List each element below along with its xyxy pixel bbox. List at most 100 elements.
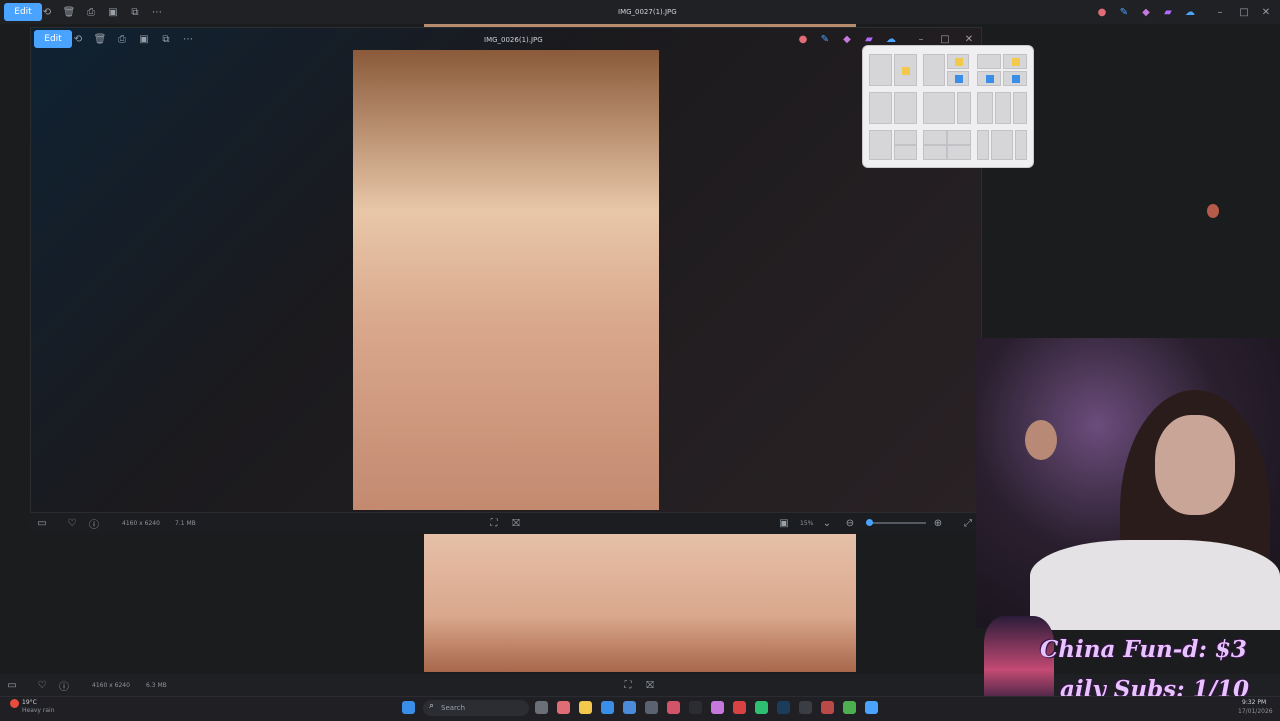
folder-icon: [1012, 58, 1020, 66]
snap-zone[interactable]: [923, 130, 947, 145]
app-icon[interactable]: ◆: [841, 30, 853, 48]
snap-zone[interactable]: [977, 92, 993, 124]
snap-zone[interactable]: [869, 54, 892, 86]
chevron-down-icon[interactable]: ⌄: [822, 514, 832, 532]
snap-zone[interactable]: [1003, 71, 1027, 86]
app-icon[interactable]: [821, 701, 834, 714]
share-icon[interactable]: ⧉: [128, 3, 142, 21]
app-icon[interactable]: ✎: [819, 30, 831, 48]
print-icon[interactable]: ⎙: [115, 30, 129, 48]
edit-image-icon[interactable]: ▣: [137, 30, 151, 48]
app-icon[interactable]: ●: [1096, 3, 1108, 21]
file-explorer-icon[interactable]: [579, 701, 592, 714]
outer-titlebar: Edit ⟲ 🗑 ⎙ ▣ ⧉ ⋯ IMG_0027(1).JPG ● ✎ ◆ ▰…: [0, 0, 1280, 24]
weather-temp: 19°C: [22, 699, 37, 706]
close-icon[interactable]: ✕: [1260, 3, 1272, 21]
search-icon: ⌕: [429, 701, 435, 711]
zoom-slider[interactable]: [866, 519, 926, 526]
inner-edit-button[interactable]: Edit: [34, 30, 72, 48]
minimize-icon[interactable]: –: [1214, 3, 1226, 21]
weather-icon[interactable]: [10, 699, 19, 708]
app-icon[interactable]: [843, 701, 856, 714]
snap-zone[interactable]: [1003, 54, 1027, 69]
favorite-icon[interactable]: ♡: [66, 514, 78, 532]
snap-zone[interactable]: [947, 71, 969, 86]
edit-image-icon[interactable]: ▣: [106, 3, 120, 21]
start-icon[interactable]: [402, 701, 415, 714]
fit-icon[interactable]: ⛶: [488, 514, 500, 532]
app-icon[interactable]: [645, 701, 658, 714]
snap-zone[interactable]: [923, 92, 955, 124]
clock-date[interactable]: 17/01/2026: [1238, 708, 1273, 715]
delete-icon[interactable]: 🗑: [93, 30, 107, 48]
snap-zone[interactable]: [894, 145, 917, 160]
snap-zone[interactable]: [894, 92, 917, 124]
image-dimensions: 4160 x 6240: [122, 520, 160, 527]
desktop-avatar-icon: [1207, 204, 1219, 218]
snap-zone[interactable]: [977, 71, 1001, 86]
share-icon[interactable]: ⧉: [159, 30, 173, 48]
zoom-level[interactable]: 15%: [800, 520, 813, 527]
opera-icon[interactable]: [667, 701, 680, 714]
app-icon[interactable]: [733, 701, 746, 714]
snap-zone[interactable]: [995, 92, 1011, 124]
app-icon[interactable]: [711, 701, 724, 714]
zoom-out-icon[interactable]: ⊖: [844, 514, 856, 532]
taskview-icon[interactable]: [535, 701, 548, 714]
outer-photo-bottom: [424, 534, 856, 672]
snap-zone[interactable]: [947, 130, 971, 145]
snap-zone[interactable]: [1015, 130, 1027, 160]
obs-icon[interactable]: [799, 701, 812, 714]
filmstrip-icon[interactable]: ▭: [6, 676, 18, 694]
snap-zone[interactable]: [977, 130, 989, 160]
filmstrip-icon[interactable]: ▭: [36, 514, 48, 532]
snap-zone[interactable]: [957, 92, 971, 124]
app-icon[interactable]: [689, 701, 702, 714]
chrome-icon[interactable]: [557, 701, 570, 714]
slideshow-icon[interactable]: ⛝: [510, 514, 522, 532]
spotify-icon[interactable]: [755, 701, 768, 714]
fullscreen-icon[interactable]: ⤢: [962, 514, 974, 532]
maximize-icon[interactable]: □: [1238, 3, 1250, 21]
search-box[interactable]: ⌕ Search: [423, 700, 529, 716]
snap-zone[interactable]: [923, 54, 945, 86]
steam-icon[interactable]: [777, 701, 790, 714]
app-icon[interactable]: ▰: [1162, 3, 1174, 21]
outer-edit-button[interactable]: Edit: [4, 3, 42, 21]
photos-icon[interactable]: [865, 701, 878, 714]
snap-zone[interactable]: [947, 145, 971, 160]
app-icon[interactable]: ●: [797, 30, 809, 48]
zoom-in-icon[interactable]: ⊕: [932, 514, 944, 532]
more-icon[interactable]: ⋯: [150, 3, 164, 21]
info-icon[interactable]: ⓘ: [88, 514, 100, 532]
weather-desc: Heavy rain: [22, 707, 55, 714]
fit-icon[interactable]: ⛶: [622, 676, 634, 694]
snap-zone[interactable]: [1013, 92, 1027, 124]
delete-icon[interactable]: 🗑: [62, 3, 76, 21]
snap-zone[interactable]: [869, 92, 892, 124]
clock-time[interactable]: 9:32 PM: [1242, 699, 1266, 706]
rotate-icon[interactable]: ⟲: [71, 30, 85, 48]
snap-zone[interactable]: [991, 130, 1013, 160]
snap-zone[interactable]: [977, 54, 1001, 69]
main-photo[interactable]: [353, 50, 659, 510]
slideshow-icon[interactable]: ⛝: [644, 676, 656, 694]
app-icon[interactable]: ◆: [1140, 3, 1152, 21]
snap-zone[interactable]: [894, 130, 917, 145]
image-dimensions: 4160 x 6240: [92, 682, 130, 689]
zoom-slider-thumb[interactable]: [866, 519, 873, 526]
actual-size-icon[interactable]: ▣: [778, 514, 790, 532]
app-icon[interactable]: ☁: [1184, 3, 1196, 21]
snap-zone[interactable]: [869, 130, 892, 160]
store-icon[interactable]: [601, 701, 614, 714]
print-icon[interactable]: ⎙: [84, 3, 98, 21]
snap-zone[interactable]: [947, 54, 969, 69]
app-icon[interactable]: ✎: [1118, 3, 1130, 21]
info-icon[interactable]: ⓘ: [58, 676, 70, 694]
snap-zone[interactable]: [923, 145, 947, 160]
more-icon[interactable]: ⋯: [181, 30, 195, 48]
rotate-icon[interactable]: ⟲: [40, 3, 54, 21]
snap-zone[interactable]: [894, 54, 917, 86]
app-icon[interactable]: [623, 701, 636, 714]
favorite-icon[interactable]: ♡: [36, 676, 48, 694]
